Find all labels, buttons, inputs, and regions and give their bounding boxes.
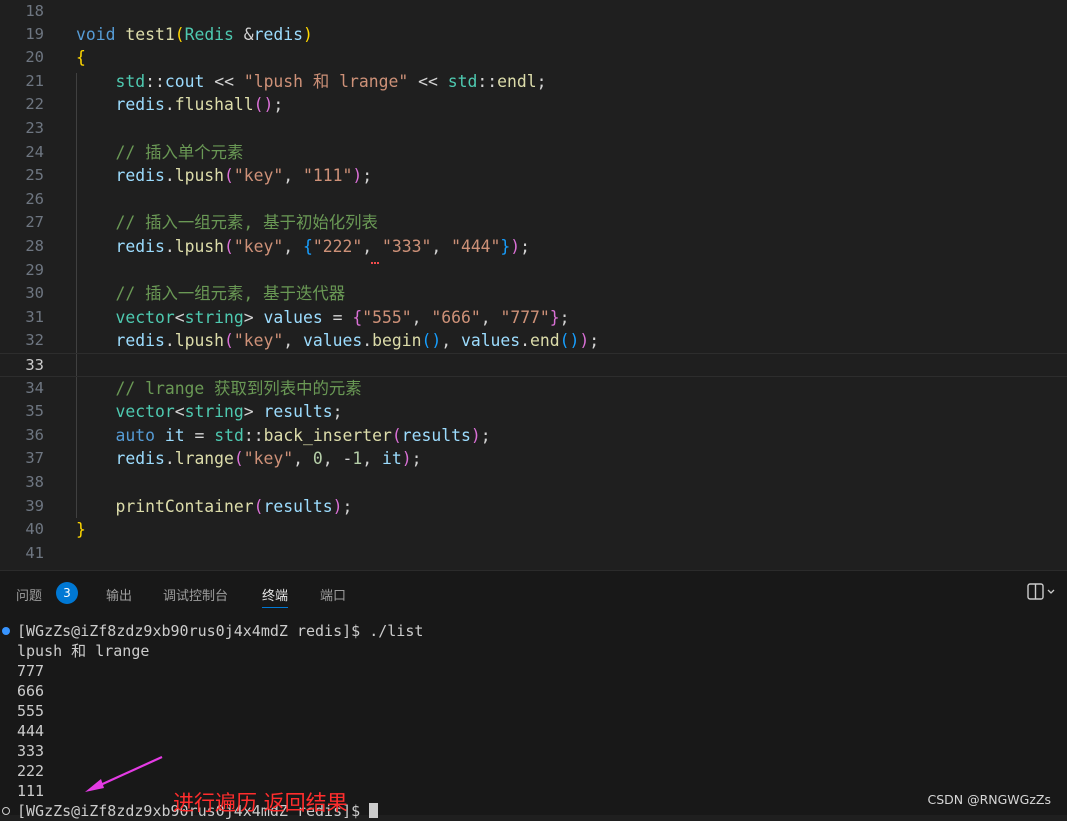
string-literal: "lpush 和 lrange" <box>243 71 409 91</box>
code-line[interactable]: 41 <box>0 542 1067 566</box>
annotation-text: 进行遍历 返回结果 <box>173 791 348 815</box>
code-line[interactable]: 28 redis.lpush("key", {"222", "333", "44… <box>0 235 1067 259</box>
code-line[interactable]: 23 <box>0 117 1067 141</box>
line-number: 24 <box>25 142 44 161</box>
code-statement: printContainer(results); <box>115 496 353 516</box>
code-comment: // lrange 获取到列表中的元素 <box>115 378 362 398</box>
line-number: 20 <box>25 48 44 67</box>
code-line[interactable]: 27 // 插入一组元素, 基于初始化列表 <box>0 211 1067 235</box>
code-line[interactable]: 24 // 插入单个元素 <box>0 141 1067 165</box>
code-line[interactable]: 18 <box>0 0 1067 24</box>
line-number: 36 <box>25 425 44 444</box>
code-statement: redis.flushall(); <box>115 95 284 115</box>
code-line[interactable]: 39 printContainer(results); <box>0 495 1067 519</box>
line-number: 40 <box>25 520 44 539</box>
code-line[interactable]: 21 std::cout << "lpush 和 lrange" << std:… <box>0 70 1067 94</box>
code-statement: redis.lpush("key", values.begin(), value… <box>115 331 600 351</box>
close-brace: } <box>76 520 86 540</box>
line-number: 22 <box>25 95 44 114</box>
code-line[interactable]: 26 <box>0 188 1067 212</box>
terminal-line: 777 <box>17 662 45 680</box>
code-statement: redis.lpush("key", "111"); <box>115 166 373 186</box>
code-line[interactable]: 37 redis.lrange("key", 0, -1, it); <box>0 447 1067 471</box>
code-line[interactable]: 30 // 插入一组元素, 基于迭代器 <box>0 282 1067 306</box>
code-statement: redis.lpush("key", {"222", "333", "444"}… <box>115 237 531 256</box>
terminal-line: 222 <box>17 762 45 780</box>
line-number: 27 <box>25 213 44 232</box>
line-number: 39 <box>25 496 44 515</box>
code-line[interactable]: 34 // lrange 获取到列表中的元素 <box>0 377 1067 401</box>
code-line[interactable]: 31 vector<string> values = {"555", "666"… <box>0 306 1067 330</box>
line-number: 19 <box>25 24 44 43</box>
line-number: 38 <box>25 473 44 491</box>
line-number: 18 <box>25 2 44 20</box>
tab-problems[interactable]: 问题 <box>16 585 42 604</box>
function-signature: void test1(Redis &redis) <box>76 24 313 44</box>
line-number: 31 <box>25 307 44 326</box>
code-line[interactable]: 35 vector<string> results; <box>0 400 1067 424</box>
line-number: 21 <box>25 71 44 90</box>
code-comment: // 插入一组元素, 基于迭代器 <box>115 284 346 304</box>
open-brace: { <box>76 48 86 68</box>
code-statement: vector<string> results; <box>115 402 343 422</box>
line-number: 26 <box>25 189 44 208</box>
tab-debug-console[interactable]: 调试控制台 <box>163 585 228 604</box>
code-line[interactable]: 36 auto it = std::back_inserter(results)… <box>0 424 1067 448</box>
line-number: 35 <box>25 402 44 421</box>
line-number: 37 <box>25 449 44 468</box>
terminal-line: 666 <box>17 682 45 700</box>
watermark: CSDN @RNGWGzZs <box>927 792 1051 807</box>
terminal-line: 111 <box>17 782 45 800</box>
terminal-line: [WGzZs@iZf8zdz9xb90rus0j4x4mdZ redis]$ .… <box>17 622 424 640</box>
line-number: 34 <box>25 378 44 397</box>
code-line[interactable]: 25 redis.lpush("key", "111"); <box>0 164 1067 188</box>
line-number: 41 <box>25 543 44 562</box>
tab-ports[interactable]: 端口 <box>320 585 346 604</box>
panel-layout-icon[interactable] <box>1027 583 1055 601</box>
code-line[interactable]: 29 <box>0 259 1067 283</box>
code-statement: vector<string> values = {"555", "666", "… <box>115 307 570 327</box>
annotation-arrow-icon <box>85 755 163 792</box>
terminal-line: lpush 和 lrange <box>17 642 150 660</box>
problems-count-badge: 3 <box>56 582 78 604</box>
code-statement: redis.lrange("key", 0, -1, it); <box>115 449 422 469</box>
command-success-dot-icon[interactable] <box>2 627 10 635</box>
terminal-line: 444 <box>17 722 45 740</box>
terminal-line: 333 <box>17 742 45 760</box>
code-line[interactable]: 38 <box>0 471 1067 495</box>
line-number: 28 <box>25 237 44 255</box>
code-editor[interactable]: 18 19 void test1(Redis &redis) 20 { 21 s… <box>0 0 1067 570</box>
terminal-output[interactable]: [WGzZs@iZf8zdz9xb90rus0j4x4mdZ redis]$ .… <box>0 621 1067 820</box>
bottom-panel: 问题 3 输出 调试控制台 终端 端口 [WGzZs@iZf8zdz9xb90r… <box>0 570 1067 820</box>
line-number: 25 <box>25 166 44 185</box>
code-comment: // 插入一组元素, 基于初始化列表 <box>115 213 378 233</box>
line-number: 33 <box>25 356 44 374</box>
current-code-line[interactable]: 33 <box>0 353 1067 377</box>
code-line[interactable]: 20 { <box>0 46 1067 70</box>
code-statement: auto it = std::back_inserter(results); <box>115 425 491 445</box>
tab-terminal[interactable]: 终端 <box>262 585 289 608</box>
line-number: 29 <box>25 260 44 279</box>
code-comment: // 插入单个元素 <box>115 142 244 162</box>
line-number: 30 <box>25 284 44 303</box>
tab-output[interactable]: 输出 <box>106 585 132 604</box>
code-statement: std::cout << "lpush 和 lrange" << std::en… <box>115 71 547 91</box>
code-line[interactable]: 40 } <box>0 518 1067 542</box>
panel-tab-bar: 问题 3 输出 调试控制台 终端 端口 <box>0 571 1067 615</box>
code-line[interactable]: 19 void test1(Redis &redis) <box>0 23 1067 47</box>
code-line[interactable]: 32 redis.lpush("key", values.begin(), va… <box>0 329 1067 353</box>
line-number: 23 <box>25 119 44 137</box>
code-line[interactable]: 22 redis.flushall(); <box>0 93 1067 117</box>
terminal-line: 555 <box>17 702 45 720</box>
line-number: 32 <box>25 331 44 350</box>
terminal-cursor <box>369 803 379 818</box>
